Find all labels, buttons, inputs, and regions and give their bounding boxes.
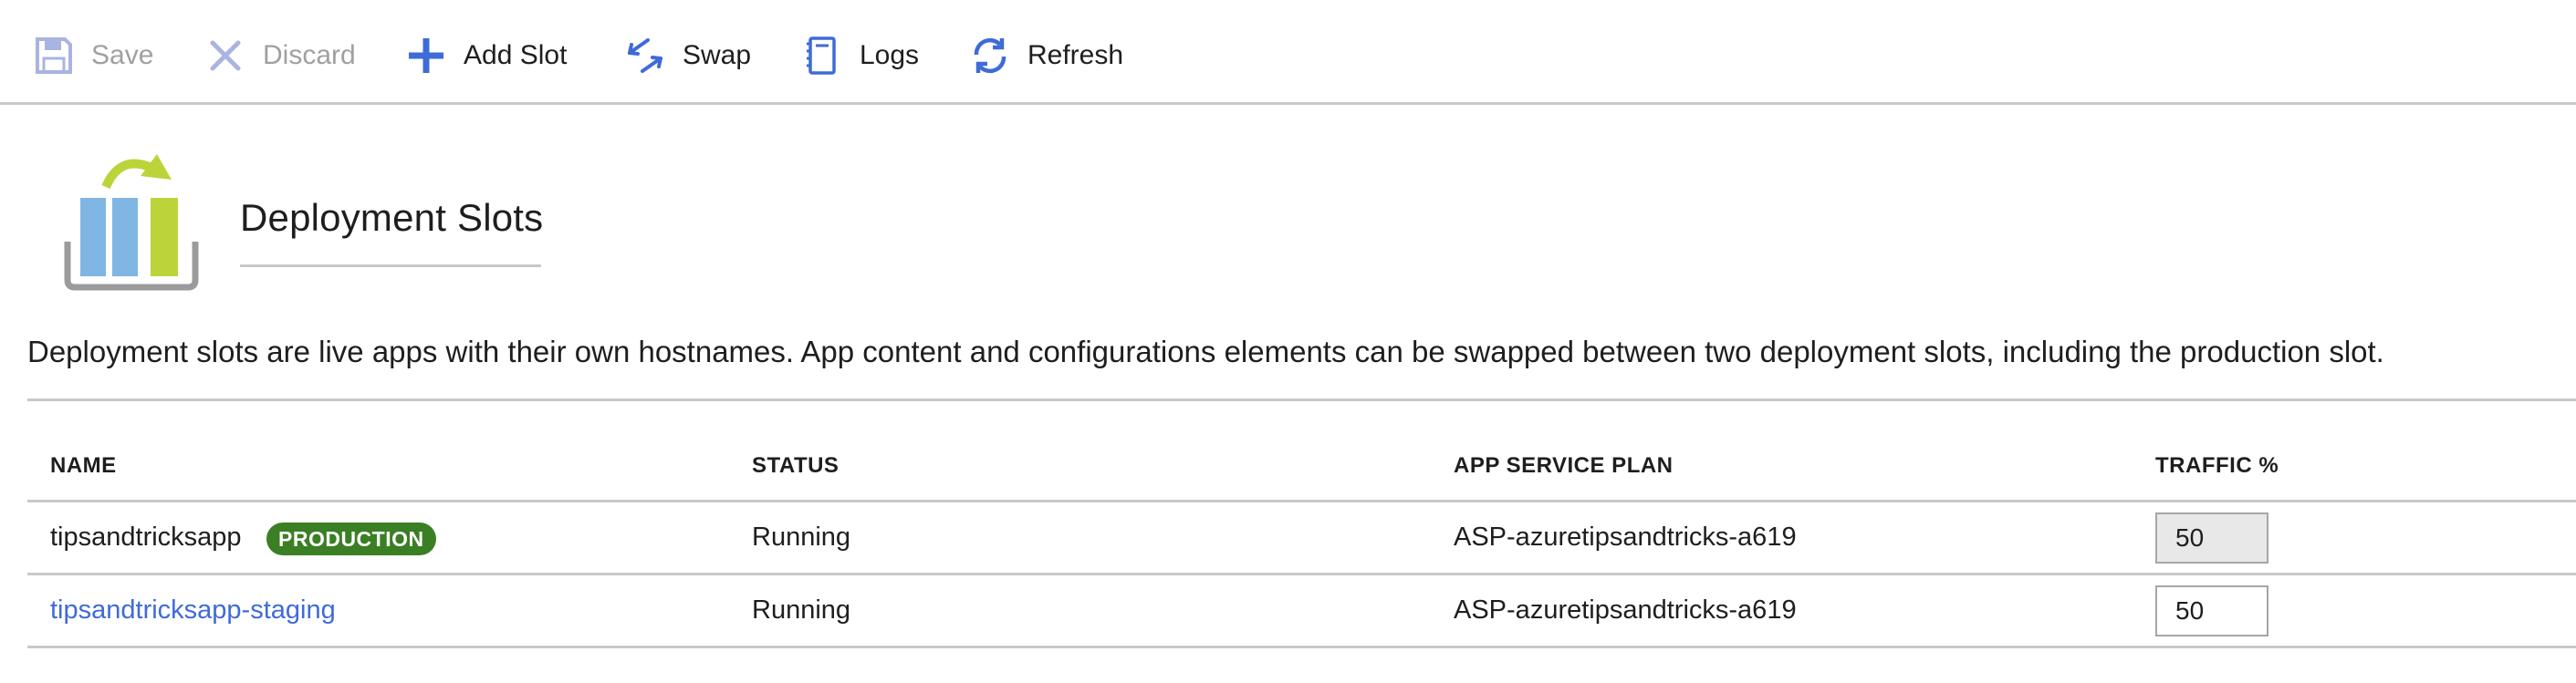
swap-icon — [628, 38, 662, 73]
add-slot-label: Add Slot — [464, 40, 568, 70]
slot-plan: ASP-azuretipsandtricks-a619 — [1454, 595, 1797, 625]
slot-name: tipsandtricksapp — [50, 523, 242, 552]
discard-button[interactable]: Discard — [204, 31, 356, 80]
header-divider — [27, 500, 2576, 502]
slot-status: Running — [752, 595, 851, 625]
page-title: Deployment Slots — [240, 196, 544, 239]
command-bar: Save Discard Add Slot Swap Logs Refresh — [0, 0, 2576, 105]
add-slot-button[interactable]: Add Slot — [405, 31, 567, 80]
discard-label: Discard — [263, 40, 356, 70]
divider — [27, 398, 2576, 401]
logs-icon — [807, 36, 836, 75]
save-button[interactable]: Save — [33, 31, 153, 80]
deployment-slots-logo-icon — [64, 154, 199, 291]
save-label: Save — [91, 40, 154, 70]
swap-label: Swap — [683, 40, 752, 70]
column-header-traffic[interactable]: TRAFFIC % — [2155, 453, 2279, 479]
swap-button[interactable]: Swap — [624, 31, 751, 80]
logs-label: Logs — [860, 40, 920, 70]
column-header-plan[interactable]: APP SERVICE PLAN — [1454, 453, 1674, 479]
title-underline — [240, 264, 541, 267]
refresh-button[interactable]: Refresh — [969, 31, 1123, 80]
refresh-icon — [974, 37, 1006, 74]
column-header-name[interactable]: NAME — [50, 453, 117, 479]
production-badge: PRODUCTION — [266, 523, 436, 555]
discard-icon — [210, 40, 241, 71]
slot-plan: ASP-azuretipsandtricks-a619 — [1454, 523, 1797, 552]
slot-name-link[interactable]: tipsandtricksapp-staging — [50, 595, 336, 626]
traffic-input — [2155, 512, 2268, 564]
page-description: Deployment slots are live apps with thei… — [27, 335, 2384, 368]
row-divider — [27, 573, 2576, 575]
traffic-input[interactable] — [2155, 585, 2268, 636]
refresh-label: Refresh — [1027, 40, 1124, 70]
logs-button[interactable]: Logs — [801, 31, 919, 80]
plus-icon — [409, 38, 443, 73]
row-divider — [27, 646, 2576, 648]
column-header-status[interactable]: STATUS — [752, 453, 839, 479]
slot-status: Running — [752, 523, 851, 552]
save-icon — [36, 37, 72, 74]
